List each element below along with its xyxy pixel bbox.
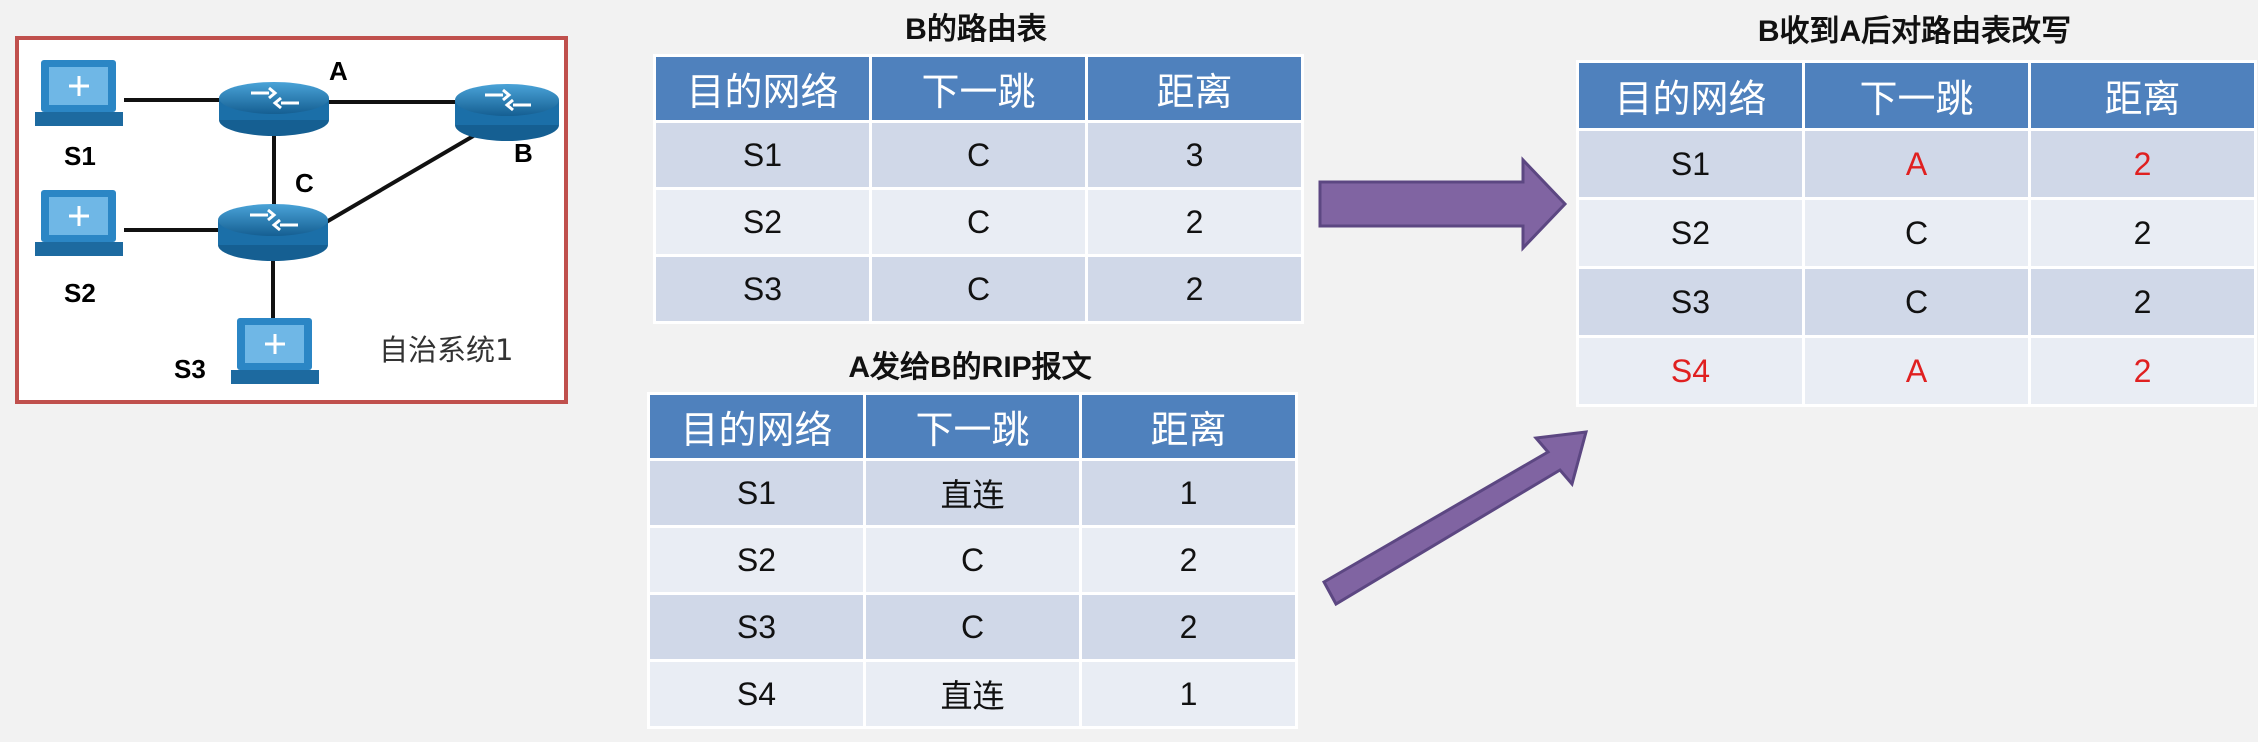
table-cell: C (869, 187, 1088, 257)
as-label: 自治系统1 (379, 333, 513, 367)
host-s3-label: S3 (174, 354, 206, 384)
table-msg-title: A发给B的RIP报文 (848, 351, 1092, 384)
table-cell: 直连 (863, 458, 1082, 528)
table-cell: 2 (2028, 197, 2257, 269)
router-b-label: B (514, 138, 533, 168)
table-msg: 目的网络 下一跳 距离 S1 直连 1 S2 C 2 S3 C 2 S4 直连 1 (647, 392, 1298, 729)
table-row: S2 C 2 (653, 187, 1304, 257)
host-s1-label: S1 (64, 141, 96, 171)
table-cell: 2 (2028, 266, 2257, 338)
router-c-label: C (295, 168, 314, 198)
table-cell: S2 (653, 187, 872, 257)
table-cell: C (869, 120, 1088, 190)
table-cell: 2 (1085, 187, 1304, 257)
table-cell: 2 (2028, 128, 2257, 200)
table-row: S3 C 2 (1576, 266, 2257, 338)
table-cell: C (1802, 197, 2031, 269)
table-header-row: 目的网络 下一跳 距离 (1576, 60, 2257, 131)
table-row: S1 A 2 (1576, 128, 2257, 200)
column-header: 距离 (2028, 60, 2257, 131)
column-header: 下一跳 (863, 392, 1082, 461)
table-row: S2 C 2 (647, 525, 1298, 595)
arrow-right-icon (1318, 156, 1568, 252)
column-header: 距离 (1079, 392, 1298, 461)
link-c-b (302, 126, 489, 237)
table-cell: S4 (647, 659, 866, 729)
table-cell: C (863, 592, 1082, 662)
table-b-title: B的路由表 (905, 13, 1047, 46)
router-a-label: A (329, 56, 348, 86)
table-cell: S2 (1576, 197, 1805, 269)
table-cell: S1 (1576, 128, 1805, 200)
table-cell: A (1802, 128, 2031, 200)
table-b: 目的网络 下一跳 距离 S1 C 3 S2 C 2 S3 C 2 (653, 54, 1304, 324)
table-cell: S1 (647, 458, 866, 528)
table-cell: 2 (1085, 254, 1304, 324)
router-c-icon (218, 204, 328, 261)
table-row: S2 C 2 (1576, 197, 2257, 269)
column-header: 目的网络 (1576, 60, 1805, 131)
table-cell: C (869, 254, 1088, 324)
table-row: S1 直连 1 (647, 458, 1298, 528)
table-cell: S3 (1576, 266, 1805, 338)
table-cell: 2 (1079, 592, 1298, 662)
table-cell: 2 (1079, 525, 1298, 595)
table-cell: 1 (1079, 458, 1298, 528)
column-header: 目的网络 (653, 54, 872, 123)
table-cell: C (1802, 266, 2031, 338)
arrow-diagonal-icon (1321, 430, 1589, 607)
host-s1-icon (35, 60, 123, 126)
table-cell: S4 (1576, 335, 1805, 407)
table-row: S4 A 2 (1576, 335, 2257, 407)
table-new-title: B收到A后对路由表改写 (1757, 15, 2072, 48)
table-row: S1 C 3 (653, 120, 1304, 190)
network-diagram: S1 S2 S3 A B C 自治系统1 (15, 36, 568, 404)
table-cell: S2 (647, 525, 866, 595)
column-header: 下一跳 (869, 54, 1088, 123)
table-new: 目的网络 下一跳 距离 S1 A 2 S2 C 2 S3 C 2 S4 A 2 (1576, 60, 2257, 407)
table-row: S3 C 2 (647, 592, 1298, 662)
table-cell: 1 (1079, 659, 1298, 729)
table-header-row: 目的网络 下一跳 距离 (653, 54, 1304, 123)
router-a-icon (219, 82, 329, 136)
table-cell: A (1802, 335, 2031, 407)
table-cell: C (863, 525, 1082, 595)
host-s2-label: S2 (64, 278, 96, 308)
table-cell: 直连 (863, 659, 1082, 729)
table-row: S3 C 2 (653, 254, 1304, 324)
column-header: 目的网络 (647, 392, 866, 461)
table-cell: S3 (653, 254, 872, 324)
router-b-icon (455, 84, 559, 141)
table-header-row: 目的网络 下一跳 距离 (647, 392, 1298, 461)
network-topology: S1 S2 S3 A B C 自治系统1 (35, 56, 559, 384)
table-cell: S3 (647, 592, 866, 662)
table-cell: S1 (653, 120, 872, 190)
table-cell: 2 (2028, 335, 2257, 407)
column-header: 下一跳 (1802, 60, 2031, 131)
table-cell: 3 (1085, 120, 1304, 190)
host-s3-icon (231, 318, 319, 384)
table-row: S4 直连 1 (647, 659, 1298, 729)
host-s2-icon (35, 190, 123, 256)
column-header: 距离 (1085, 54, 1304, 123)
